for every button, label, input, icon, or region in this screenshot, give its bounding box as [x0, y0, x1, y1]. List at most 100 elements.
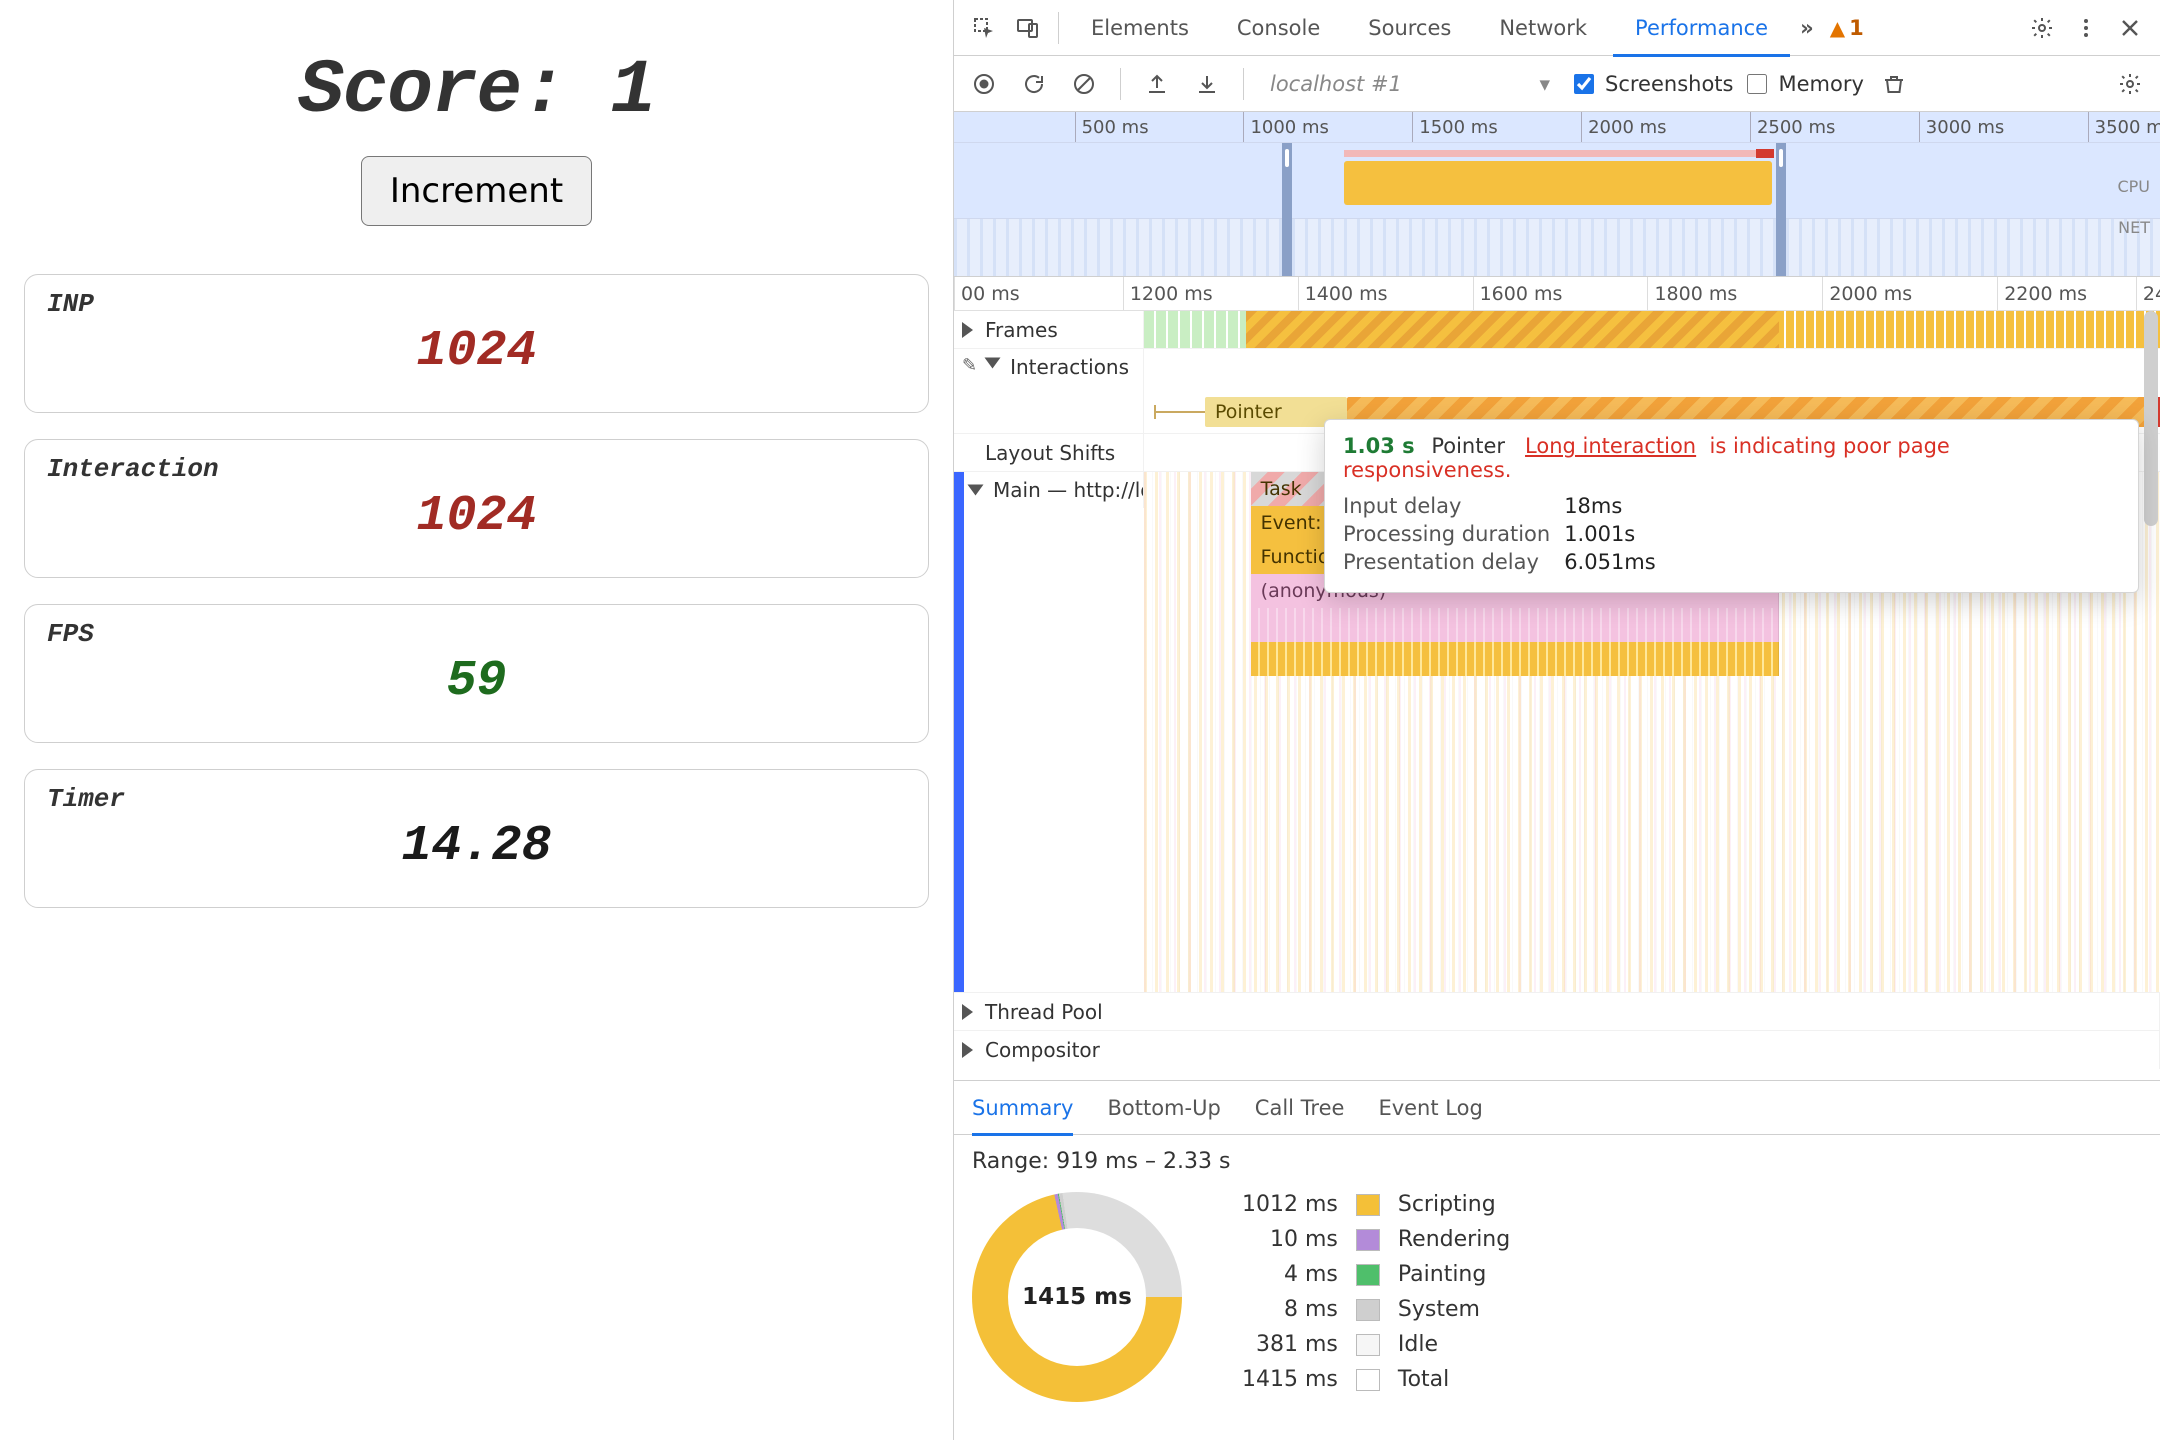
gc-icon[interactable]: [1874, 64, 1914, 104]
overview-tick: 3500 ms: [2088, 112, 2160, 142]
memory-checkbox-label: Memory: [1778, 72, 1863, 96]
timer-value: 14.28: [47, 818, 906, 875]
fps-label: FPS: [47, 619, 906, 649]
overview-range-handle-right[interactable]: [1776, 143, 1786, 276]
interaction-tooltip: 1.03 s Pointer Long interaction is indic…: [1324, 419, 2139, 593]
flame-tick: 1400 ms: [1298, 277, 1388, 310]
compositor-track[interactable]: Compositor: [954, 1031, 2160, 1069]
screenshots-checkbox-label: Screenshots: [1605, 72, 1733, 96]
compositor-track-label: Compositor: [985, 1038, 1100, 1062]
drawer-tab-event-log[interactable]: Event Log: [1378, 1083, 1482, 1136]
summary-range: Range: 919 ms – 2.33 s: [972, 1149, 2142, 1174]
flame-segment-children[interactable]: [1251, 608, 1779, 642]
tooltip-long-interaction-link[interactable]: Long interaction: [1525, 434, 1696, 458]
overview-body[interactable]: CPU NET: [954, 142, 2160, 276]
disclosure-icon[interactable]: [985, 358, 1001, 369]
overview-cpu-label: CPU: [2117, 177, 2150, 196]
layout-shifts-track-label: Layout Shifts: [985, 441, 1115, 465]
tab-performance[interactable]: Performance: [1613, 2, 1790, 57]
tab-console[interactable]: Console: [1215, 2, 1342, 57]
tooltip-row-val: 6.051ms: [1564, 548, 1670, 576]
interactions-track-header[interactable]: ✎ Interactions: [954, 349, 1144, 433]
frames-track-label: Frames: [985, 318, 1058, 342]
upload-profile-icon[interactable]: [1137, 64, 1177, 104]
overview-range-handle-left[interactable]: [1282, 143, 1292, 276]
drawer-tab-bottom-up[interactable]: Bottom-Up: [1107, 1083, 1220, 1136]
disclosure-icon[interactable]: [962, 322, 973, 338]
reload-record-icon[interactable]: [1014, 64, 1054, 104]
flame-segment-children[interactable]: [1251, 642, 1779, 676]
scrollbar-thumb[interactable]: [2144, 311, 2158, 526]
inspect-element-icon[interactable]: [964, 8, 1004, 48]
frames-track-body[interactable]: [1144, 311, 2160, 348]
kebab-menu-icon[interactable]: [2066, 8, 2106, 48]
timer-card: Timer 14.28: [24, 769, 929, 908]
main-track-header[interactable]: Main — http://localhost:51: [954, 472, 1144, 508]
inp-label: INP: [47, 289, 906, 319]
overview-minimap[interactable]: 500 ms 1000 ms 1500 ms 2000 ms 2500 ms 3…: [954, 112, 2160, 277]
legend-name: Total: [1398, 1367, 1510, 1392]
tab-network[interactable]: Network: [1477, 2, 1609, 57]
fps-value: 59: [47, 653, 906, 710]
profile-select[interactable]: localhost #1 ▾: [1260, 65, 1560, 103]
overview-tick: 500 ms: [1075, 112, 1149, 142]
legend-name: Scripting: [1398, 1192, 1510, 1217]
interactions-track-label: Interactions: [1010, 355, 1129, 379]
legend-ms: 10 ms: [1270, 1227, 1338, 1252]
performance-toolbar: localhost #1 ▾ Screenshots Memory: [954, 56, 2160, 112]
flame-scrollbar[interactable]: [2144, 311, 2158, 849]
screenshots-checkbox-input[interactable]: [1574, 74, 1594, 94]
tab-elements[interactable]: Elements: [1069, 2, 1211, 57]
legend-ms: 1415 ms: [1242, 1367, 1338, 1392]
flame-tick: 2000 ms: [1822, 277, 1912, 310]
record-button-icon[interactable]: [964, 64, 1004, 104]
divider: [1243, 68, 1244, 100]
drawer-tab-call-tree[interactable]: Call Tree: [1255, 1083, 1345, 1136]
disclosure-icon[interactable]: [968, 485, 984, 496]
settings-icon[interactable]: [2022, 8, 2062, 48]
legend-swatch: [1356, 1229, 1380, 1251]
overview-axis-labels: CPU NET: [2117, 177, 2150, 237]
legend-name: Painting: [1398, 1262, 1510, 1287]
flame-scroll-area[interactable]: Frames ✎ Interactions Pointer: [954, 311, 2160, 1080]
close-icon[interactable]: [2110, 8, 2150, 48]
overview-net-label: NET: [2118, 218, 2150, 237]
device-toolbar-icon[interactable]: [1008, 8, 1048, 48]
disclosure-icon[interactable]: [962, 1042, 973, 1058]
legend-ms: 4 ms: [1284, 1262, 1338, 1287]
memory-checkbox[interactable]: Memory: [1743, 71, 1863, 97]
divider: [1058, 12, 1059, 44]
flame-tick: 1600 ms: [1473, 277, 1563, 310]
disclosure-icon[interactable]: [962, 1004, 973, 1020]
thread-pool-track-header[interactable]: Thread Pool: [954, 993, 2160, 1030]
warning-count: 1: [1849, 16, 1864, 40]
clear-icon[interactable]: [1064, 64, 1104, 104]
download-profile-icon[interactable]: [1187, 64, 1227, 104]
thread-pool-track[interactable]: Thread Pool: [954, 993, 2160, 1031]
legend-name: Idle: [1398, 1332, 1510, 1357]
tab-sources[interactable]: Sources: [1346, 2, 1473, 57]
capture-settings-icon[interactable]: [2110, 64, 2150, 104]
memory-checkbox-input[interactable]: [1747, 74, 1767, 94]
layout-shifts-track-header[interactable]: Layout Shifts: [954, 434, 1144, 471]
increment-button[interactable]: Increment: [361, 156, 592, 226]
flame-ruler: 00 ms 1200 ms 1400 ms 1600 ms 1800 ms 20…: [954, 277, 2160, 311]
tabs-overflow-icon[interactable]: »: [1794, 16, 1820, 40]
fps-card: FPS 59: [24, 604, 929, 743]
warning-badge[interactable]: ▲ 1: [1824, 16, 1870, 40]
flame-chart: 00 ms 1200 ms 1400 ms 1600 ms 1800 ms 20…: [954, 277, 2160, 1080]
tooltip-row-key: Processing duration: [1343, 520, 1564, 548]
flame-tick: 1800 ms: [1647, 277, 1737, 310]
frames-track-header[interactable]: Frames: [954, 311, 1144, 348]
flame-tick: 2400: [2136, 277, 2160, 310]
edit-icon[interactable]: ✎: [962, 355, 977, 376]
interaction-label: Interaction: [47, 454, 906, 484]
compositor-track-header[interactable]: Compositor: [954, 1031, 2160, 1069]
frames-track[interactable]: Frames: [954, 311, 2160, 349]
tooltip-row-key: Input delay: [1343, 492, 1564, 520]
inp-card: INP 1024: [24, 274, 929, 413]
legend-ms: 8 ms: [1284, 1297, 1338, 1322]
screenshots-checkbox[interactable]: Screenshots: [1570, 71, 1733, 97]
drawer-tab-summary[interactable]: Summary: [972, 1083, 1073, 1136]
flame-tick: 2200 ms: [1997, 277, 2087, 310]
